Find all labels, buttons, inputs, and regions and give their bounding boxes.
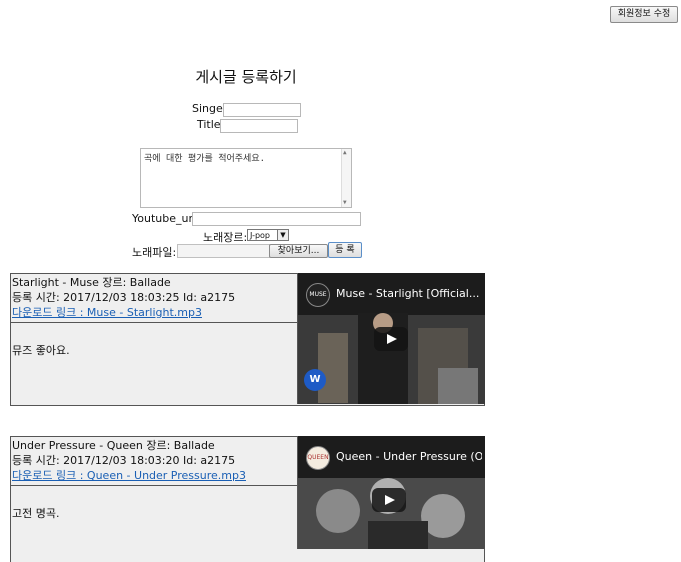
singer-input[interactable] [223, 103, 301, 117]
play-button-icon[interactable] [374, 327, 408, 351]
post-header: Under Pressure - Queen 장르: Ballade [12, 439, 215, 452]
play-button-icon[interactable] [372, 488, 406, 512]
file-label: 노래파일: [132, 246, 177, 259]
genre-select[interactable]: J-pop ▼ [247, 229, 289, 241]
post-comment: 고전 명곡. [12, 507, 60, 520]
chevron-down-icon[interactable]: ▼ [277, 230, 288, 240]
genre-label: 노래장르: [203, 231, 248, 244]
youtube-embed[interactable]: QUEEN Queen - Under Pressure (O... [297, 436, 485, 549]
youtube-url-label: Youtube_url [132, 212, 197, 225]
singer-label: Singer [192, 102, 228, 115]
post-comment: 뮤즈 좋아요. [12, 344, 70, 357]
post-time: 등록 시간: 2017/12/03 18:03:25 Id: a2175 [12, 291, 236, 304]
title-input[interactable] [220, 119, 298, 133]
post-header: Starlight - Muse 장르: Ballade [12, 276, 171, 289]
textarea-scrollbar[interactable]: ▲ ▼ [341, 149, 351, 207]
download-link[interactable]: 다운로드 링크 : Queen - Under Pressure.mp3 [12, 469, 246, 482]
edit-profile-button[interactable]: 회원정보 수정 [610, 6, 678, 23]
post-card: Starlight - Muse 장르: Ballade 등록 시간: 2017… [10, 273, 485, 406]
video-title[interactable]: Muse - Starlight [Official... [336, 287, 482, 300]
review-textarea[interactable]: 곡에 대한 평가를 적어주세요. ▲ ▼ [140, 148, 352, 208]
scroll-down-icon[interactable]: ▼ [343, 199, 347, 207]
post-card: Under Pressure - Queen 장르: Ballade 등록 시간… [10, 436, 485, 562]
publisher-logo-icon: W [304, 369, 326, 391]
post-meta: Starlight - Muse 장르: Ballade 등록 시간: 2017… [11, 274, 297, 323]
youtube-url-input[interactable] [192, 212, 361, 226]
youtube-embed[interactable]: MUSE Muse - Starlight [Official... W [297, 273, 485, 404]
browse-button[interactable]: 찾아보기... [269, 244, 328, 258]
scroll-up-icon[interactable]: ▲ [343, 149, 347, 157]
channel-logo[interactable]: QUEEN [306, 446, 330, 470]
page-title: 게시글 등록하기 [195, 68, 297, 86]
post-meta: Under Pressure - Queen 장르: Ballade 등록 시간… [11, 437, 297, 486]
download-link[interactable]: 다운로드 링크 : Muse - Starlight.mp3 [12, 306, 202, 319]
review-textarea-text: 곡에 대한 평가를 적어주세요. [144, 154, 266, 164]
file-path-field[interactable] [177, 244, 270, 258]
title-label: Title [197, 118, 221, 131]
video-title[interactable]: Queen - Under Pressure (O... [336, 450, 482, 463]
channel-logo[interactable]: MUSE [306, 283, 330, 307]
genre-selected-value: J-pop [250, 231, 271, 240]
post-time: 등록 시간: 2017/12/03 18:03:20 Id: a2175 [12, 454, 236, 467]
submit-button[interactable]: 등 록 [328, 242, 362, 258]
